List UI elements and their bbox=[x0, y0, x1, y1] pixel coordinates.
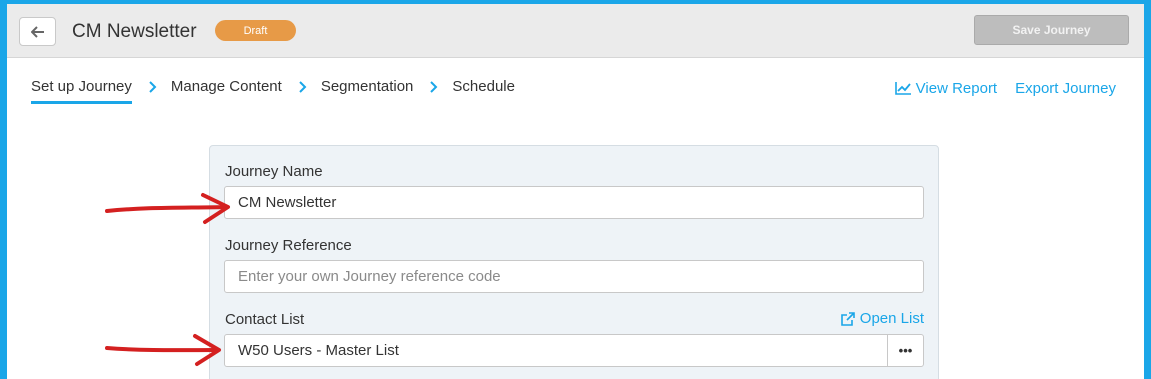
journey-steps: Set up Journey Manage Content Segmentati… bbox=[31, 78, 515, 106]
page-title: CM Newsletter bbox=[72, 21, 197, 42]
step-schedule[interactable]: Schedule bbox=[452, 78, 515, 104]
header-bar: CM Newsletter Draft Save Journey bbox=[7, 4, 1144, 58]
header-actions: View Report Export Journey bbox=[894, 80, 1116, 97]
step-set-up-journey[interactable]: Set up Journey bbox=[31, 78, 132, 104]
open-list-label: Open List bbox=[859, 310, 924, 327]
contact-list-input[interactable]: W50 Users - Master List bbox=[225, 335, 887, 366]
app-window: CM Newsletter Draft Save Journey Set up … bbox=[7, 4, 1144, 379]
annotation-arrow bbox=[105, 193, 230, 224]
chevron-right-icon bbox=[149, 81, 157, 93]
journey-reference-input[interactable]: Enter your own Journey reference code bbox=[224, 260, 924, 293]
step-manage-content[interactable]: Manage Content bbox=[171, 78, 282, 104]
journey-name-label: Journey Name bbox=[225, 163, 323, 180]
contact-list-field: W50 Users - Master List ••• bbox=[224, 334, 924, 367]
view-report-link[interactable]: View Report bbox=[894, 80, 998, 97]
save-journey-button[interactable]: Save Journey bbox=[974, 15, 1129, 45]
back-button[interactable] bbox=[19, 17, 56, 46]
journey-name-input[interactable]: CM Newsletter bbox=[224, 186, 924, 219]
status-badge: Draft bbox=[215, 20, 296, 41]
contact-list-picker-button[interactable]: ••• bbox=[887, 335, 923, 366]
annotation-arrow bbox=[105, 334, 221, 366]
arrow-left-icon bbox=[30, 25, 44, 38]
external-link-icon bbox=[840, 311, 855, 326]
journey-setup-form: Journey Name CM Newsletter Journey Refer… bbox=[209, 145, 939, 379]
line-chart-icon bbox=[894, 82, 911, 95]
chevron-right-icon bbox=[299, 81, 307, 93]
journey-reference-label: Journey Reference bbox=[225, 237, 352, 254]
contact-list-label: Contact List bbox=[225, 311, 305, 328]
chevron-right-icon bbox=[430, 81, 438, 93]
step-segmentation[interactable]: Segmentation bbox=[321, 78, 414, 104]
open-list-link[interactable]: Open List bbox=[840, 310, 924, 327]
view-report-label: View Report bbox=[915, 80, 998, 97]
export-journey-link[interactable]: Export Journey bbox=[1015, 80, 1116, 97]
